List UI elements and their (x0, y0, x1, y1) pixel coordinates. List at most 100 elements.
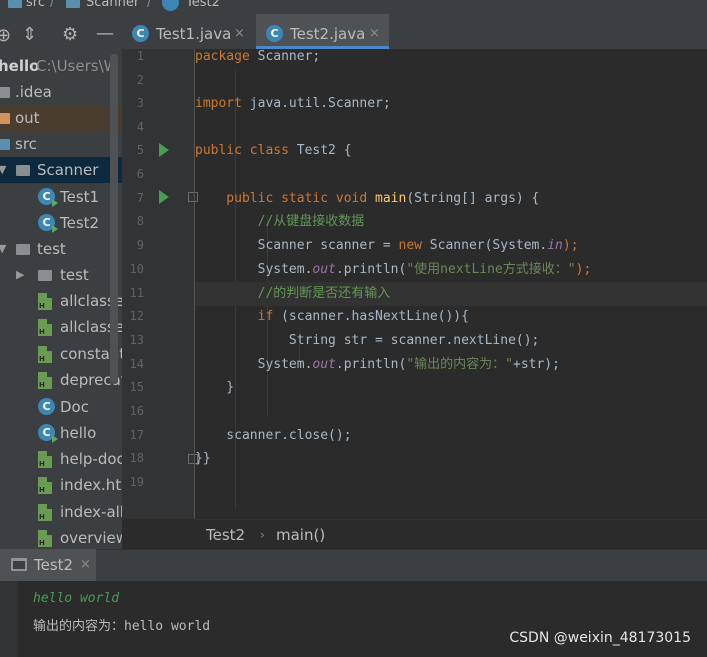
project-root[interactable]: hello C:\Users\W (0, 53, 122, 79)
tree-item-out[interactable]: out (0, 105, 122, 131)
console-icon (11, 558, 27, 571)
html-file-icon: H (38, 451, 52, 468)
run-gutter-icon[interactable] (159, 143, 169, 157)
project-root-path: C:\Users\W (36, 57, 119, 75)
breadcrumb-method[interactable]: main() (276, 520, 325, 550)
tree-item-label: Scanner (37, 161, 99, 179)
tree-item-label: src (15, 135, 37, 153)
tree-item-allclasses-noframe[interactable]: H allclasses (0, 314, 122, 340)
code-line: }} (195, 451, 211, 466)
code-line: System.out.println("输出的内容为："+str); (195, 357, 560, 372)
tree-item-label: test (37, 240, 66, 258)
editor-tab-bar: C Test1.java × C Test2.java × (122, 14, 707, 49)
tree-item-label: overview (60, 529, 122, 547)
project-toolbar: ⊕ ⇕ ⚙ — (0, 14, 122, 52)
code-editor[interactable]: package Scanner; import java.util.Scanne… (195, 49, 707, 519)
tree-item-src[interactable]: src (0, 131, 122, 157)
line-number: 5 (136, 143, 144, 157)
code-comment-current-line: //的判断是否还有输入 (195, 282, 707, 306)
chevron-down-icon[interactable]: ▼ (0, 236, 6, 262)
tree-item-test1[interactable]: C Test1 (0, 184, 122, 210)
java-class-icon: C (38, 424, 58, 443)
gear-icon[interactable]: ⚙ (62, 26, 78, 44)
tree-item-index-all[interactable]: H index-all (0, 499, 122, 525)
code-line: String str = scanner.nextLine(); (195, 333, 540, 348)
line-number: 2 (136, 73, 144, 87)
run-tab-label: Test2 (34, 556, 74, 574)
sidebar-scrollbar[interactable] (110, 54, 118, 384)
line-number: 15 (129, 380, 144, 394)
chevron-down-icon[interactable]: ▼ (0, 157, 6, 183)
run-gutter-icon[interactable] (159, 190, 169, 204)
editor-breadcrumb: Test2 › main() (195, 519, 707, 550)
breadcrumb-separator: / (50, 0, 55, 10)
run-panel-header (0, 549, 707, 582)
code-line: if (scanner.hasNextLine()){ (257, 309, 469, 324)
tree-item-test-sub[interactable]: ▶ test (0, 262, 122, 288)
code-line: import java.util.Scanner; (195, 96, 391, 111)
line-number: 10 (129, 262, 144, 276)
close-icon[interactable]: × (80, 549, 91, 581)
collapse-icon[interactable]: ⇕ (22, 26, 37, 44)
folder-icon (0, 139, 10, 150)
console-user-input: hello world (33, 591, 120, 606)
line-number: 8 (136, 214, 144, 228)
java-class-icon: C (38, 188, 58, 207)
project-tool-window: ⊕ ⇕ ⚙ — hello C:\Users\W .idea out src ▼… (0, 14, 122, 549)
breadcrumb-scanner[interactable]: Scanner (86, 0, 139, 10)
tree-item-label: Test2 (60, 214, 100, 232)
tree-item-scanner[interactable]: ▼ Scanner (0, 157, 122, 183)
java-class-icon: C (38, 214, 58, 233)
tree-item-overview[interactable]: H overview (0, 525, 122, 549)
tree-item-label: .idea (15, 83, 52, 101)
code-line: scanner.close(); (195, 428, 352, 443)
code-line: package Scanner; (195, 49, 321, 64)
tree-item-doc[interactable]: C Doc (0, 394, 122, 420)
line-number: 17 (129, 428, 144, 442)
folder-icon (0, 87, 10, 98)
tree-item-hello[interactable]: C hello (0, 420, 122, 446)
tree-item-label: test (60, 266, 89, 284)
line-number: 1 (136, 49, 144, 63)
line-number: 13 (129, 333, 144, 347)
tree-item-test-root[interactable]: ▼ test (0, 236, 122, 262)
tree-item-constant-values[interactable]: H constant (0, 341, 122, 367)
tree-item-allclasses-frame[interactable]: H allclasses (0, 288, 122, 314)
code-line: public class Test2 { (195, 143, 352, 158)
tree-item-test2[interactable]: C Test2 (0, 210, 122, 236)
line-number: 12 (129, 309, 144, 323)
html-file-icon: H (38, 293, 52, 310)
html-file-icon: H (38, 477, 52, 494)
tree-item-label: index.htm (60, 476, 122, 494)
tree-item-label: hello (60, 424, 97, 442)
html-file-icon: H (38, 504, 52, 521)
minimize-icon[interactable]: — (96, 25, 114, 43)
breadcrumb-test2[interactable]: Test2 (186, 0, 220, 10)
tab-test2-java[interactable]: C Test2.java × (256, 14, 389, 49)
tree-item-label: Test1 (60, 188, 100, 206)
line-number: 7 (136, 191, 144, 205)
tab-test1-java[interactable]: C Test1.java × (122, 14, 255, 49)
java-class-icon: C (132, 25, 149, 42)
line-number: 14 (129, 357, 144, 371)
line-number: 4 (136, 120, 144, 134)
tree-item-index[interactable]: H index.htm (0, 472, 122, 498)
breadcrumb-src[interactable]: src (26, 0, 45, 10)
editor-gutter[interactable]: 1 2 3 4 5 6 7 8 9 10 11 12 13 14 15 16 1… (122, 49, 198, 519)
line-number: 18 (129, 451, 144, 465)
tree-item-label: out (15, 109, 40, 127)
target-icon[interactable]: ⊕ (0, 27, 11, 45)
code-line: public static void main(String[] args) { (195, 191, 540, 206)
breadcrumb-class[interactable]: Test2 (206, 520, 245, 550)
tree-item-idea[interactable]: .idea (0, 79, 122, 105)
run-tab-test2[interactable]: Test2 × (0, 549, 96, 581)
tree-item-help-doc[interactable]: H help-doc (0, 446, 122, 472)
code-comment: //从键盘接收数据 (195, 214, 365, 229)
console-gutter (0, 581, 18, 657)
chevron-right-icon[interactable]: ▶ (16, 262, 24, 288)
line-number: 19 (129, 475, 144, 489)
tree-item-label: Doc (60, 398, 89, 416)
folder-icon (8, 0, 22, 8)
line-number: 16 (129, 404, 144, 418)
tree-item-deprecated[interactable]: H deprecat (0, 367, 122, 393)
